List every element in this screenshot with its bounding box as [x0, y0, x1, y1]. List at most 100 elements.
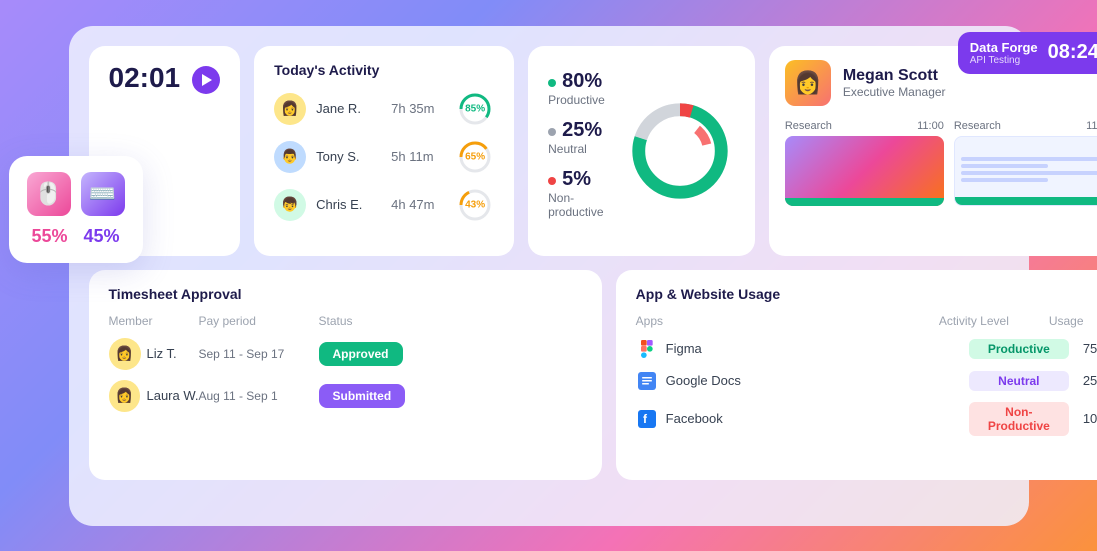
screenshot-2: Research 11:20	[954, 120, 1097, 206]
app-icon: f	[636, 408, 658, 430]
screenshot-2-thumb	[954, 136, 1097, 206]
timesheet-card: Timesheet Approval Member Pay period Sta…	[89, 270, 602, 480]
member-name: Laura W.	[146, 388, 198, 403]
activity-badge: Non-Productive	[969, 402, 1069, 436]
prod-pct: 25%	[548, 119, 605, 142]
activity-avatar: 👦	[274, 189, 306, 221]
col-header-member: Member	[109, 314, 199, 328]
usage-header: Apps Activity Level Usage	[636, 314, 1097, 328]
mouse-percentage: 55%	[31, 226, 67, 247]
prod-pct: 80%	[548, 70, 605, 93]
profile-avatar: 👩	[785, 60, 831, 106]
activity-time: 7h 35m	[391, 101, 446, 116]
activity-card: Today's Activity 👩 Jane R. 7h 35m 85% 👨 …	[254, 46, 514, 256]
app-icon	[636, 370, 658, 392]
usage-pct: 25%	[1069, 373, 1097, 388]
timesheet-row: 👩 Liz T. Sep 11 - Sep 17 Approved	[109, 338, 582, 370]
dot-icon	[548, 79, 556, 87]
badge-time: 08:24	[1048, 41, 1097, 64]
col-header-status: Status	[319, 314, 582, 328]
col-header-activity: Activity Level	[939, 314, 1049, 328]
col-header-usage: Usage	[1049, 314, 1097, 328]
activity-avatar: 👩	[274, 93, 306, 125]
usage-pct: 75%	[1069, 341, 1097, 356]
keyboard-icon: ⌨️	[81, 172, 125, 216]
play-icon	[202, 74, 212, 86]
productivity-card: 80% Productive 25% Neutral 5% Non-produc…	[528, 46, 755, 256]
status-badge: Approved	[319, 342, 403, 366]
screenshot-2-label: Research	[954, 120, 1001, 132]
activity-row: 👦 Chris E. 4h 47m 43%	[274, 186, 494, 224]
activity-time: 4h 47m	[391, 197, 446, 212]
activity-time: 5h 11m	[391, 149, 446, 164]
play-button[interactable]	[192, 66, 220, 94]
progress-circle: 65%	[456, 138, 494, 176]
activity-badge: Neutral	[969, 371, 1069, 391]
timesheet-header: Member Pay period Status	[109, 314, 582, 328]
app-name: Google Docs	[666, 373, 969, 388]
usage-row: f Facebook Non-Productive 10%	[636, 402, 1097, 436]
usage-title: App & Website Usage	[636, 286, 1097, 302]
screenshot-1-label: Research	[785, 120, 832, 132]
progress-label: 43%	[465, 199, 485, 210]
activity-title: Today's Activity	[274, 62, 494, 78]
app-name: Figma	[666, 341, 969, 356]
prod-label: Productive	[548, 93, 605, 107]
usage-row: Google Docs Neutral 25%	[636, 370, 1097, 392]
timesheet-title: Timesheet Approval	[109, 286, 582, 302]
timesheet-row: 👩 Laura W. Aug 11 - Sep 1 Submitted	[109, 380, 582, 412]
profile-name: Megan Scott	[843, 67, 946, 85]
activity-name: Jane R.	[316, 101, 381, 116]
timer-badge: Data Forge API Testing 08:24	[958, 32, 1097, 74]
keyboard-percentage: 45%	[84, 226, 120, 247]
col-header-period: Pay period	[199, 314, 319, 328]
activity-name: Tony S.	[316, 149, 381, 164]
screenshots-container: Research 11:00 Research 11:20	[785, 120, 1097, 206]
app-name: Facebook	[666, 411, 969, 426]
timer-display: 02:01	[109, 62, 181, 94]
pay-period: Sep 11 - Sep 17	[199, 347, 319, 361]
top-row: 02:01 Today's Activity 👩 Jane R. 7h 35m …	[89, 46, 1097, 256]
dot-icon	[548, 128, 556, 136]
prod-label: Neutral	[548, 142, 605, 156]
activity-row: 👨 Tony S. 5h 11m 65%	[274, 138, 494, 176]
badge-sub-label: API Testing	[970, 55, 1038, 66]
usage-card: App & Website Usage Apps Activity Level …	[616, 270, 1097, 480]
member-name: Liz T.	[147, 346, 177, 361]
progress-circle: 85%	[456, 90, 494, 128]
prod-label: Non-productive	[548, 191, 605, 219]
productivity-stat: 25% Neutral	[548, 119, 605, 156]
screenshot-1-thumb	[785, 136, 944, 206]
screenshot-1-bar	[785, 198, 944, 206]
prod-pct: 5%	[548, 168, 605, 191]
progress-circle: 43%	[456, 186, 494, 224]
productivity-stats: 80% Productive 25% Neutral 5% Non-produc…	[548, 70, 605, 231]
activity-name: Chris E.	[316, 197, 381, 212]
main-container: 🖱️ ⌨️ 55% 45% 02:01 Today's Activity 👩 J…	[69, 26, 1029, 526]
badge-app-name: Data Forge	[970, 40, 1038, 55]
screenshot-1-time: 11:00	[917, 120, 944, 132]
screenshot-2-bar	[955, 197, 1097, 205]
productivity-stat: 80% Productive	[548, 70, 605, 107]
app-icon	[636, 338, 658, 360]
pay-period: Aug 11 - Sep 1	[199, 389, 319, 403]
screenshot-2-time: 11:20	[1086, 120, 1097, 132]
activity-row: 👩 Jane R. 7h 35m 85%	[274, 90, 494, 128]
usage-pct: 10%	[1069, 411, 1097, 426]
activity-badge: Productive	[969, 339, 1069, 359]
activity-avatar: 👨	[274, 141, 306, 173]
profile-role: Executive Manager	[843, 85, 946, 99]
productivity-stat: 5% Non-productive	[548, 168, 605, 219]
dot-icon	[548, 177, 556, 185]
input-usage-card: 🖱️ ⌨️ 55% 45%	[9, 156, 143, 263]
progress-label: 65%	[465, 151, 485, 162]
member-avatar: 👩	[109, 338, 141, 370]
mouse-icon: 🖱️	[27, 172, 71, 216]
progress-label: 85%	[465, 103, 485, 114]
col-header-apps: Apps	[636, 314, 939, 328]
member-avatar: 👩	[109, 380, 141, 412]
bottom-row: Timesheet Approval Member Pay period Sta…	[89, 270, 1097, 480]
status-badge: Submitted	[319, 384, 406, 408]
donut-chart	[625, 96, 735, 206]
screenshot-1: Research 11:00	[785, 120, 944, 206]
